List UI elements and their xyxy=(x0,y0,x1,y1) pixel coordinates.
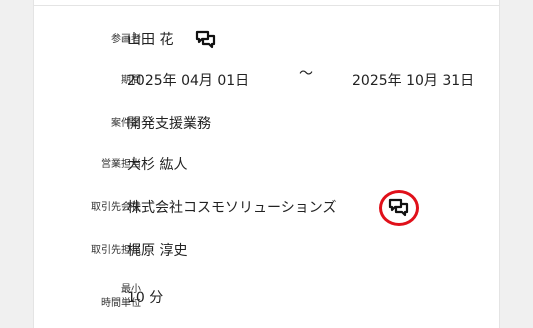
sales-rep-value: 大杉 紘人 xyxy=(127,157,188,173)
row-client-rep: 取引先担当 梶原 淳史 xyxy=(34,238,499,264)
row-project-name: 案件名 開発支援業務 xyxy=(34,111,499,137)
row-participant: 参画者 山田 花 xyxy=(34,27,499,53)
participant-chat-icon[interactable] xyxy=(194,28,218,52)
divider xyxy=(34,5,499,6)
row-period: 期間 2025年 04月 01日 ～ 2025年 10月 31日 xyxy=(34,66,499,94)
period-start: 2025年 04月 01日 xyxy=(127,73,250,89)
period-separator: ～ xyxy=(299,66,313,82)
client-company-chat-icon[interactable] xyxy=(387,196,411,220)
period-end: 2025年 10月 31日 xyxy=(352,73,475,89)
row-client-company: 取引先会社 株式会社コスモソリューションズ xyxy=(34,190,499,226)
client-company-value: 株式会社コスモソリューションズ xyxy=(127,200,337,216)
min-time-unit-value: 10 分 xyxy=(127,290,164,306)
row-sales-rep: 営業担当 大杉 紘人 xyxy=(34,152,499,178)
row-min-time-unit: 最小 時間単位 10 分 xyxy=(34,284,499,311)
project-name-value: 開発支援業務 xyxy=(127,116,211,132)
detail-card: 参画者 山田 花 期間 2025年 04月 01日 ～ 2025年 10月 31… xyxy=(33,0,500,328)
participant-value: 山田 花 xyxy=(127,32,174,48)
client-rep-value: 梶原 淳史 xyxy=(127,243,188,259)
